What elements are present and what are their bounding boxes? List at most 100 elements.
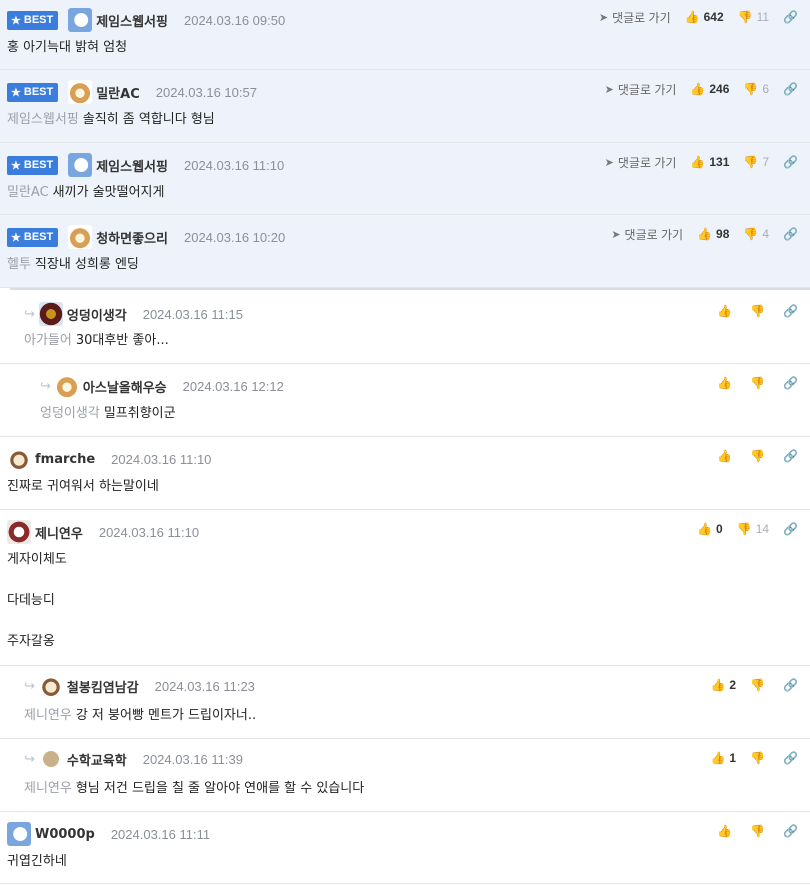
thumbs-up-icon: 👍 <box>717 824 733 838</box>
dislike-button[interactable]: 👎 6 <box>743 82 769 96</box>
dislike-button[interactable]: 👎 11 <box>738 10 769 24</box>
avatar[interactable] <box>68 80 93 104</box>
divider <box>10 288 810 290</box>
avatar[interactable] <box>7 520 31 544</box>
arrow-icon: ➤ <box>604 156 614 169</box>
star-icon: ★ <box>11 86 21 99</box>
author-nickname[interactable]: fmarche <box>35 452 95 467</box>
thumbs-down-icon: 👎 <box>736 522 752 536</box>
link-icon: 🔗 <box>783 678 798 692</box>
thumbs-up-icon: 👍 <box>690 155 706 169</box>
share-link-button[interactable]: 🔗 <box>783 82 798 96</box>
dislike-button[interactable]: 👎 <box>750 304 769 318</box>
arrow-icon: ➤ <box>611 228 621 241</box>
dislike-button[interactable]: 👎 4 <box>743 227 769 241</box>
author-nickname[interactable]: 청하면좋으리 <box>96 228 168 247</box>
like-button[interactable]: 👍 1 <box>710 751 736 765</box>
goto-comment-button[interactable]: ➤ 댓글로 가기 <box>611 226 683 243</box>
share-link-button[interactable]: 🔗 <box>783 10 798 24</box>
dislike-button[interactable]: 👎 <box>750 751 769 765</box>
dislike-button[interactable]: 👎 <box>750 678 769 692</box>
share-link-button[interactable]: 🔗 <box>783 155 798 169</box>
avatar[interactable] <box>7 447 31 471</box>
thumbs-up-icon: 👍 <box>697 522 713 536</box>
author-nickname[interactable]: 제임스웹서핑 <box>96 11 168 30</box>
author-nickname[interactable]: 엉덩이생각 <box>67 305 127 324</box>
like-button[interactable]: 👍 0 <box>697 522 723 536</box>
reply-mention[interactable]: 엉덩이생각 <box>40 406 100 421</box>
avatar[interactable] <box>54 374 79 398</box>
comment-header: ↪ 아스날올해우승 2024.03.16 12:12 <box>40 374 284 398</box>
like-button[interactable]: 👍 98 <box>697 227 729 241</box>
like-button[interactable]: 👍 <box>717 449 736 463</box>
comment-header: ↪ 수학교육학 2024.03.16 11:39 <box>24 747 243 771</box>
reply-mention[interactable]: 제니연우 <box>24 781 72 796</box>
thumbs-up-icon: 👍 <box>717 376 733 390</box>
like-button[interactable]: 👍 642 <box>685 10 724 24</box>
link-icon: 🔗 <box>783 522 798 536</box>
thumbs-up-icon: 👍 <box>697 227 713 241</box>
dislike-button[interactable]: 👎 <box>750 449 769 463</box>
like-button[interactable]: 👍 131 <box>690 155 729 169</box>
comment-body: 제임스웹서핑 솔직히 좀 역합니다 형님 <box>7 110 215 130</box>
goto-comment-button[interactable]: ➤ 댓글로 가기 <box>605 81 677 98</box>
dislike-button[interactable]: 👎 <box>750 376 769 390</box>
avatar[interactable] <box>68 8 93 32</box>
reply-arrow-icon: ↪ <box>40 378 51 394</box>
reply-mention[interactable]: 제임스웹서핑 <box>7 112 79 127</box>
comment-date: 2024.03.16 10:20 <box>183 229 286 245</box>
avatar[interactable] <box>68 153 93 177</box>
like-button[interactable]: 👍 <box>717 304 736 318</box>
goto-comment-button[interactable]: ➤ 댓글로 가기 <box>605 154 677 171</box>
author-nickname[interactable]: 밀란AC <box>96 83 140 102</box>
like-button[interactable]: 👍 <box>717 376 736 390</box>
dislike-count: 14 <box>755 522 770 536</box>
share-link-button[interactable]: 🔗 <box>783 304 798 318</box>
share-link-button[interactable]: 🔗 <box>783 522 798 536</box>
share-link-button[interactable]: 🔗 <box>783 824 798 838</box>
author-nickname[interactable]: 제니연우 <box>35 523 83 542</box>
comment-actions: 👍 0 👎 14 🔗 <box>683 520 798 538</box>
author-nickname[interactable]: 철봉킴염남감 <box>67 677 139 696</box>
link-icon: 🔗 <box>783 82 798 96</box>
share-link-button[interactable]: 🔗 <box>783 751 798 765</box>
reply-mention[interactable]: 헬투 <box>7 257 31 272</box>
best-badge: ★ BEST <box>7 82 59 102</box>
avatar[interactable] <box>68 225 93 249</box>
author-nickname[interactable]: 아스날올해우승 <box>83 377 167 396</box>
reply-mention[interactable]: 밀란AC <box>7 185 49 200</box>
link-icon: 🔗 <box>783 155 798 169</box>
comment-header: W0000p 2024.03.16 11:11 <box>7 822 210 846</box>
comment-date: 2024.03.16 11:10 <box>98 524 200 540</box>
thumbs-down-icon: 👎 <box>750 449 766 463</box>
thumbs-down-icon: 👎 <box>743 155 759 169</box>
avatar[interactable] <box>7 822 31 846</box>
link-icon: 🔗 <box>783 376 798 390</box>
avatar[interactable] <box>42 751 59 767</box>
author-nickname[interactable]: 제임스웹서핑 <box>96 156 168 175</box>
comment-text: 밀프취향이군 <box>103 406 176 421</box>
comment-actions: 👍 👎 🔗 <box>703 374 798 392</box>
dislike-button[interactable]: 👎 <box>750 824 769 838</box>
author-nickname[interactable]: W0000p <box>35 827 95 842</box>
share-link-button[interactable]: 🔗 <box>783 678 798 692</box>
dislike-count: 6 <box>762 82 770 96</box>
comment-body: 진짜로 귀여워서 하는말이네 <box>7 477 159 497</box>
dislike-button[interactable]: 👎 14 <box>737 522 769 536</box>
share-link-button[interactable]: 🔗 <box>783 376 798 390</box>
goto-comment-button[interactable]: ➤ 댓글로 가기 <box>599 9 671 26</box>
avatar[interactable] <box>38 674 63 698</box>
thumbs-up-icon: 👍 <box>684 10 700 24</box>
dislike-button[interactable]: 👎 7 <box>743 155 769 169</box>
share-link-button[interactable]: 🔗 <box>783 449 798 463</box>
like-button[interactable]: 👍 <box>717 824 736 838</box>
like-button[interactable]: 👍 246 <box>690 82 729 96</box>
author-nickname[interactable]: 수학교육학 <box>67 750 127 769</box>
link-icon: 🔗 <box>783 227 798 241</box>
comment-actions: 👍 👎 🔗 <box>703 302 798 320</box>
avatar[interactable] <box>38 302 63 326</box>
share-link-button[interactable]: 🔗 <box>783 227 798 241</box>
reply-mention[interactable]: 제니연우 <box>24 708 72 723</box>
reply-mention[interactable]: 아가들어 <box>24 333 72 348</box>
like-button[interactable]: 👍 2 <box>710 678 736 692</box>
